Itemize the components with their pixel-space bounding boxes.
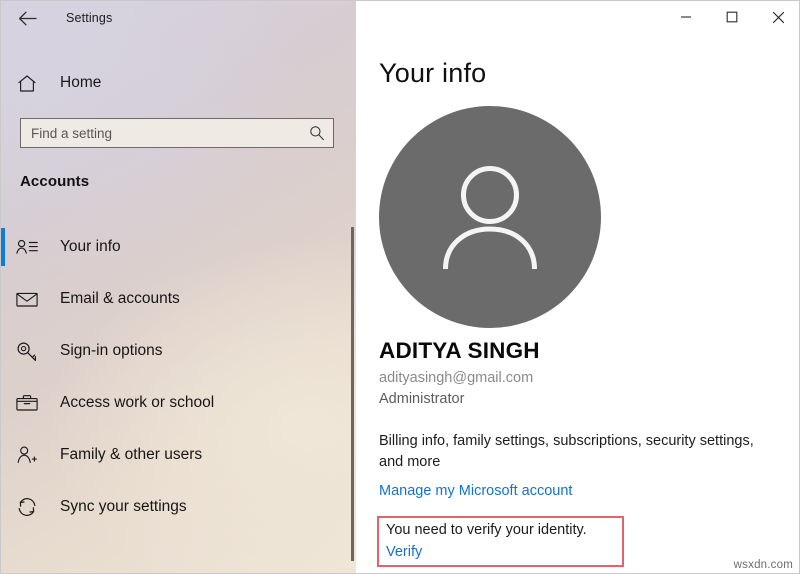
sidebar-item-label: Sign-in options	[60, 342, 163, 359]
sidebar-item-home[interactable]: Home	[1, 67, 341, 99]
maximize-icon[interactable]	[709, 1, 755, 33]
verify-identity-box: You need to verify your identity. Verify	[377, 516, 624, 567]
sidebar-item-label: Email & accounts	[60, 290, 180, 307]
person-avatar-icon	[443, 166, 537, 270]
verify-identity-message: You need to verify your identity.	[386, 522, 587, 538]
billing-description: Billing info, family settings, subscript…	[379, 433, 754, 470]
home-label: Home	[60, 74, 102, 91]
sidebar-item-label: Sync your settings	[60, 498, 187, 515]
search-box[interactable]	[20, 118, 334, 148]
sidebar-nav-list: Your info Email & accounts Sign-in optio…	[1, 227, 353, 539]
sidebar-item-sync-settings[interactable]: Sync your settings	[1, 487, 353, 527]
sidebar-scrollbar[interactable]	[351, 227, 354, 561]
sync-icon	[7, 497, 47, 517]
close-icon[interactable]	[755, 1, 799, 33]
settings-sidebar: Settings Home Accounts	[1, 1, 356, 573]
sidebar-item-access-work-school[interactable]: Access work or school	[1, 383, 353, 423]
user-role: Administrator	[379, 391, 465, 407]
verify-link[interactable]: Verify	[386, 544, 422, 560]
search-icon[interactable]	[301, 125, 333, 141]
contact-card-icon	[7, 238, 47, 256]
main-content: Your info ADITYA SINGH adityasingh@gmail…	[356, 1, 799, 573]
manage-microsoft-account-link[interactable]: Manage my Microsoft account	[379, 483, 572, 499]
home-icon	[7, 74, 47, 93]
page-title: Your info	[379, 58, 487, 88]
settings-window: Settings Home Accounts	[0, 0, 800, 574]
search-input[interactable]	[21, 119, 301, 147]
window-controls	[663, 1, 799, 33]
sidebar-item-your-info[interactable]: Your info	[1, 227, 353, 267]
minimize-icon[interactable]	[663, 1, 709, 33]
back-arrow-icon[interactable]	[5, 2, 49, 34]
watermark: wsxdn.com	[733, 559, 793, 571]
sidebar-item-signin-options[interactable]: Sign-in options	[1, 331, 353, 371]
user-name: ADITYA SINGH	[379, 338, 540, 363]
sidebar-item-label: Family & other users	[60, 446, 203, 463]
person-add-icon	[7, 445, 47, 465]
avatar[interactable]	[379, 106, 601, 328]
key-icon	[7, 341, 47, 362]
left-titlebar: Settings	[1, 1, 356, 35]
envelope-icon	[7, 291, 47, 308]
sidebar-item-email-accounts[interactable]: Email & accounts	[1, 279, 353, 319]
sidebar-item-family-other-users[interactable]: Family & other users	[1, 435, 353, 475]
sidebar-item-label: Your info	[60, 238, 121, 255]
briefcase-icon	[7, 394, 47, 412]
sidebar-section-title: Accounts	[20, 173, 90, 190]
user-email: adityasingh@gmail.com	[379, 370, 534, 386]
sidebar-item-label: Access work or school	[60, 394, 215, 411]
app-title: Settings	[66, 11, 113, 25]
